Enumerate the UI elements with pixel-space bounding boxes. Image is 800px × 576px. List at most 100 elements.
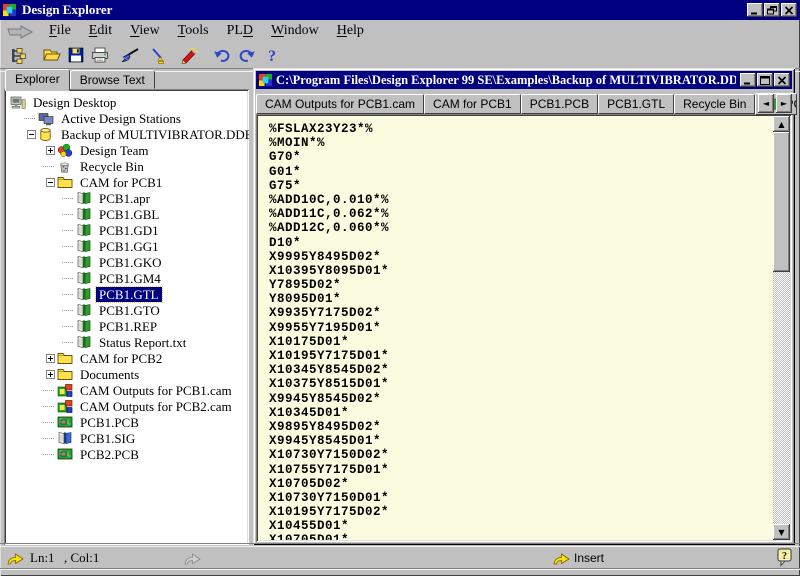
expand-plus-icon[interactable] [43,354,57,363]
tree-label: Status Report.txt [96,335,189,350]
restore-icon [767,6,777,15]
menu-tools[interactable]: Tools [169,21,218,41]
tree-item-pcb1-pcb[interactable]: PCB1.PCB [6,414,247,430]
tree-label: PCB1.SIG [77,431,138,446]
tree-connector [62,198,76,199]
tree-item-status-report-txt[interactable]: Status Report.txt [6,334,247,350]
tree-item-backup-of-multivibrator-ddb[interactable]: Backup of MULTIVIBRATOR.DDB [6,126,247,142]
doc-tab-cam-for-pcb1[interactable]: CAM for PCB1 [424,94,521,114]
tree-item-pcb1-gbl[interactable]: PCB1.GBL [6,206,247,222]
undo-icon [213,48,231,63]
doc-tab-cam-outputs-for-pcb1-cam[interactable]: CAM Outputs for PCB1.cam [256,94,424,114]
expand-minus-icon[interactable] [43,178,57,187]
tree-item-pcb2-pcb[interactable]: PCB2.PCB [6,446,247,462]
undo-button[interactable] [210,44,234,66]
editor-line: X9955Y7195D01* [269,321,771,335]
scroll-down-button[interactable]: ▼ [773,524,790,540]
tab-scroll-left-button[interactable]: ◄ [758,94,774,113]
tree-item-pcb1-gm4[interactable]: PCB1.GM4 [6,270,247,286]
tree-item-pcb1-gko[interactable]: PCB1.GKO [6,254,247,270]
cam-doc-icon [76,303,92,318]
cam-doc-icon [76,207,92,222]
folder-icon [57,175,73,190]
tree-item-pcb1-gd1[interactable]: PCB1.GD1 [6,222,247,238]
cam-doc-icon [76,319,92,334]
tree-item-pcb1-rep[interactable]: PCB1.REP [6,318,247,334]
client-menu-arrow-icon[interactable] [6,24,34,39]
tree-item-pcb1-apr[interactable]: PCB1.apr [6,190,247,206]
pen-tool-button[interactable] [146,44,170,66]
tab-explorer[interactable]: Explorer [5,69,70,91]
print-button[interactable] [88,44,112,66]
cam-output-icon [57,383,73,398]
tree-item-cam-for-pcb2[interactable]: CAM for PCB2 [6,350,247,366]
redo-button[interactable] [235,44,259,66]
editor-line: X10375Y8515D01* [269,377,771,391]
scroll-thumb[interactable] [773,132,790,272]
panels-icon [11,47,28,64]
save-button[interactable] [64,44,88,66]
help-button[interactable]: ? [260,44,284,66]
wizard-button[interactable] [176,44,200,66]
tree-item-active-design-stations[interactable]: Active Design Stations [6,110,247,126]
editor-line: %ADD12C,0.060*% [269,221,771,235]
sig-doc-icon [57,431,73,446]
tree-connector [62,214,76,215]
tree-item-pcb1-sig[interactable]: PCB1.SIG [6,430,247,446]
brush-icon [120,47,140,64]
open-button[interactable] [40,44,64,66]
restore-button[interactable] [764,3,780,17]
tree-item-cam-outputs-for-pcb1-cam[interactable]: CAM Outputs for PCB1.cam [6,382,247,398]
expand-plus-icon[interactable] [43,146,57,155]
toolbar: ? [0,42,800,68]
cam-doc-icon [76,287,92,302]
expand-minus-icon[interactable] [24,130,38,139]
menu-edit[interactable]: Edit [80,21,121,41]
editor-line: %ADD10C,0.010*% [269,193,771,207]
pcb-doc-icon [57,415,73,430]
tree-connector [43,422,57,423]
design-tree: Design DesktopActive Design StationsBack… [4,89,249,545]
tree-item-pcb1-gto[interactable]: PCB1.GTO [6,302,247,318]
tree-item-recycle-bin[interactable]: Recycle Bin [6,158,247,174]
tree-item-cam-outputs-for-pcb2-cam[interactable]: CAM Outputs for PCB2.cam [6,398,247,414]
doc-tab-recycle-bin[interactable]: Recycle Bin [674,94,755,114]
tree-item-documents[interactable]: Documents [6,366,247,382]
tree-item-design-team[interactable]: Design Team [6,142,247,158]
tab-browse-text[interactable]: Browse Text [70,70,155,89]
tree-item-pcb1-gg1[interactable]: PCB1.GG1 [6,238,247,254]
tab-scroll-right-button[interactable]: ► [776,94,792,113]
doc-maximize-button[interactable] [757,73,773,87]
doc-close-button[interactable] [774,73,790,87]
minimize-button[interactable] [747,3,763,17]
tree-item-cam-for-pcb1[interactable]: CAM for PCB1 [6,174,247,190]
redo-icon [238,48,256,63]
scroll-track[interactable] [773,272,790,524]
menu-help[interactable]: Help [328,21,373,41]
minimize-icon [743,76,753,85]
scroll-up-button[interactable]: ▲ [773,116,790,132]
expand-plus-icon[interactable] [43,370,57,379]
tree-connector [62,342,76,343]
tree-label: CAM Outputs for PCB2.cam [77,399,235,414]
maximize-icon [760,76,770,85]
tree-connector [43,390,57,391]
doc-tab-pcb1-gtl[interactable]: PCB1.GTL [598,94,674,114]
design-manager-button[interactable] [7,44,31,66]
tree-item-design-desktop[interactable]: Design Desktop [6,94,247,110]
menu-pld[interactable]: PLD [218,21,262,41]
doc-tab-pcb1-pcb[interactable]: PCB1.PCB [521,94,598,114]
menu-view[interactable]: View [121,21,169,41]
tree-label: PCB1.REP [96,319,160,334]
text-editor[interactable]: %FSLAX23Y23*%%MOIN*%G70*G01*G75*%ADD10C,… [258,116,773,540]
brush-tool-button[interactable] [118,44,142,66]
close-icon [777,76,787,85]
tree-item-pcb1-gtl[interactable]: PCB1.GTL [6,286,247,302]
editor-line: X9945Y8545D01* [269,434,771,448]
close-button[interactable] [781,3,797,17]
doc-minimize-button[interactable] [740,73,756,87]
editor-line: X10345Y8545D02* [269,363,771,377]
menu-file[interactable]: File [40,21,80,41]
menu-window[interactable]: Window [262,21,328,41]
tree-label: CAM for PCB2 [77,351,165,366]
